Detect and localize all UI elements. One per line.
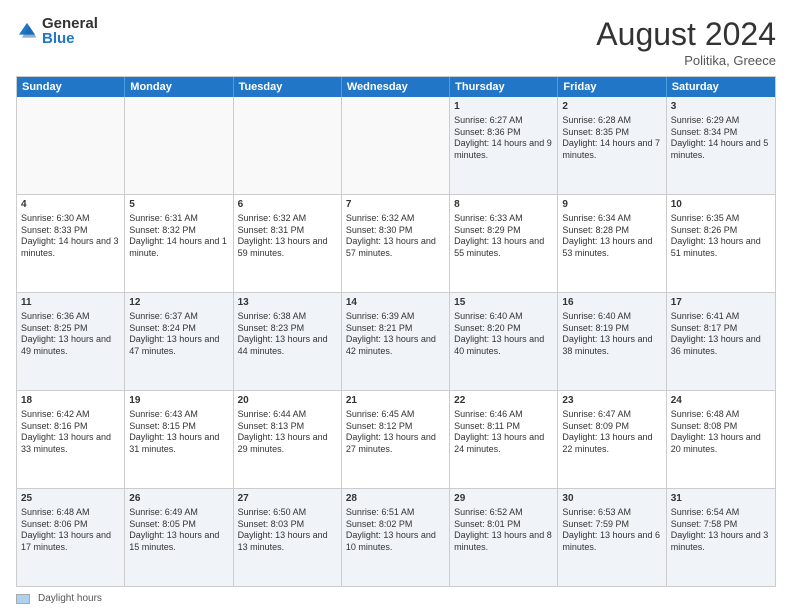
calendar-cell: 6Sunrise: 6:32 AM Sunset: 8:31 PM Daylig… xyxy=(234,195,342,292)
calendar-cell: 29Sunrise: 6:52 AM Sunset: 8:01 PM Dayli… xyxy=(450,489,558,586)
calendar-cell: 31Sunrise: 6:54 AM Sunset: 7:58 PM Dayli… xyxy=(667,489,775,586)
calendar-cell: 14Sunrise: 6:39 AM Sunset: 8:21 PM Dayli… xyxy=(342,293,450,390)
footer: Daylight hours xyxy=(16,593,776,604)
calendar-cell: 4Sunrise: 6:30 AM Sunset: 8:33 PM Daylig… xyxy=(17,195,125,292)
day-number: 26 xyxy=(129,492,228,505)
day-number: 12 xyxy=(129,296,228,309)
calendar-row: 18Sunrise: 6:42 AM Sunset: 8:16 PM Dayli… xyxy=(17,390,775,488)
calendar-cell xyxy=(17,97,125,194)
weekday-header: Monday xyxy=(125,77,233,97)
calendar-row: 4Sunrise: 6:30 AM Sunset: 8:33 PM Daylig… xyxy=(17,194,775,292)
day-number: 19 xyxy=(129,394,228,407)
calendar-cell: 21Sunrise: 6:45 AM Sunset: 8:12 PM Dayli… xyxy=(342,391,450,488)
day-number: 15 xyxy=(454,296,553,309)
day-number: 30 xyxy=(562,492,661,505)
day-number: 6 xyxy=(238,198,337,211)
day-number: 28 xyxy=(346,492,445,505)
logo: General Blue xyxy=(16,16,98,46)
weekday-header: Sunday xyxy=(17,77,125,97)
day-number: 23 xyxy=(562,394,661,407)
calendar: SundayMondayTuesdayWednesdayThursdayFrid… xyxy=(16,76,776,587)
calendar-cell: 22Sunrise: 6:46 AM Sunset: 8:11 PM Dayli… xyxy=(450,391,558,488)
calendar-cell: 26Sunrise: 6:49 AM Sunset: 8:05 PM Dayli… xyxy=(125,489,233,586)
day-number: 5 xyxy=(129,198,228,211)
calendar-cell: 16Sunrise: 6:40 AM Sunset: 8:19 PM Dayli… xyxy=(558,293,666,390)
weekday-header: Wednesday xyxy=(342,77,450,97)
day-number: 4 xyxy=(21,198,120,211)
calendar-cell: 2Sunrise: 6:28 AM Sunset: 8:35 PM Daylig… xyxy=(558,97,666,194)
calendar-cell xyxy=(234,97,342,194)
calendar-cell: 30Sunrise: 6:53 AM Sunset: 7:59 PM Dayli… xyxy=(558,489,666,586)
weekday-header: Saturday xyxy=(667,77,775,97)
logo-general: General xyxy=(42,16,98,31)
day-number: 31 xyxy=(671,492,771,505)
calendar-cell: 5Sunrise: 6:31 AM Sunset: 8:32 PM Daylig… xyxy=(125,195,233,292)
day-number: 24 xyxy=(671,394,771,407)
calendar-cell: 27Sunrise: 6:50 AM Sunset: 8:03 PM Dayli… xyxy=(234,489,342,586)
calendar-cell: 9Sunrise: 6:34 AM Sunset: 8:28 PM Daylig… xyxy=(558,195,666,292)
day-number: 7 xyxy=(346,198,445,211)
day-number: 3 xyxy=(671,100,771,113)
calendar-cell: 23Sunrise: 6:47 AM Sunset: 8:09 PM Dayli… xyxy=(558,391,666,488)
day-number: 9 xyxy=(562,198,661,211)
day-number: 25 xyxy=(21,492,120,505)
location: Politika, Greece xyxy=(596,53,776,68)
day-number: 18 xyxy=(21,394,120,407)
calendar-cell: 3Sunrise: 6:29 AM Sunset: 8:34 PM Daylig… xyxy=(667,97,775,194)
month-title: August 2024 xyxy=(596,16,776,53)
day-number: 22 xyxy=(454,394,553,407)
day-number: 27 xyxy=(238,492,337,505)
weekday-header: Tuesday xyxy=(234,77,342,97)
day-number: 20 xyxy=(238,394,337,407)
calendar-row: 11Sunrise: 6:36 AM Sunset: 8:25 PM Dayli… xyxy=(17,292,775,390)
logo-blue: Blue xyxy=(42,31,98,46)
day-number: 29 xyxy=(454,492,553,505)
calendar-cell: 13Sunrise: 6:38 AM Sunset: 8:23 PM Dayli… xyxy=(234,293,342,390)
weekday-header: Friday xyxy=(558,77,666,97)
calendar-cell: 11Sunrise: 6:36 AM Sunset: 8:25 PM Dayli… xyxy=(17,293,125,390)
day-number: 10 xyxy=(671,198,771,211)
calendar-row: 25Sunrise: 6:48 AM Sunset: 8:06 PM Dayli… xyxy=(17,488,775,586)
weekday-header: Thursday xyxy=(450,77,558,97)
day-number: 13 xyxy=(238,296,337,309)
logo-text: General Blue xyxy=(42,16,98,46)
calendar-header: SundayMondayTuesdayWednesdayThursdayFrid… xyxy=(17,77,775,97)
calendar-cell: 17Sunrise: 6:41 AM Sunset: 8:17 PM Dayli… xyxy=(667,293,775,390)
calendar-cell: 12Sunrise: 6:37 AM Sunset: 8:24 PM Dayli… xyxy=(125,293,233,390)
page: General Blue August 2024 Politika, Greec… xyxy=(0,0,792,612)
calendar-cell: 7Sunrise: 6:32 AM Sunset: 8:30 PM Daylig… xyxy=(342,195,450,292)
legend-label: Daylight hours xyxy=(38,593,102,604)
calendar-cell xyxy=(342,97,450,194)
title-block: August 2024 Politika, Greece xyxy=(596,16,776,68)
logo-icon xyxy=(16,20,38,42)
legend-box xyxy=(16,594,30,604)
calendar-cell: 8Sunrise: 6:33 AM Sunset: 8:29 PM Daylig… xyxy=(450,195,558,292)
calendar-cell: 19Sunrise: 6:43 AM Sunset: 8:15 PM Dayli… xyxy=(125,391,233,488)
day-number: 8 xyxy=(454,198,553,211)
day-number: 1 xyxy=(454,100,553,113)
calendar-row: 1Sunrise: 6:27 AM Sunset: 8:36 PM Daylig… xyxy=(17,97,775,194)
day-number: 21 xyxy=(346,394,445,407)
calendar-cell xyxy=(125,97,233,194)
calendar-cell: 15Sunrise: 6:40 AM Sunset: 8:20 PM Dayli… xyxy=(450,293,558,390)
calendar-cell: 20Sunrise: 6:44 AM Sunset: 8:13 PM Dayli… xyxy=(234,391,342,488)
calendar-cell: 10Sunrise: 6:35 AM Sunset: 8:26 PM Dayli… xyxy=(667,195,775,292)
header: General Blue August 2024 Politika, Greec… xyxy=(16,16,776,68)
calendar-cell: 24Sunrise: 6:48 AM Sunset: 8:08 PM Dayli… xyxy=(667,391,775,488)
calendar-cell: 28Sunrise: 6:51 AM Sunset: 8:02 PM Dayli… xyxy=(342,489,450,586)
day-number: 2 xyxy=(562,100,661,113)
day-number: 14 xyxy=(346,296,445,309)
calendar-body: 1Sunrise: 6:27 AM Sunset: 8:36 PM Daylig… xyxy=(17,97,775,586)
calendar-cell: 25Sunrise: 6:48 AM Sunset: 8:06 PM Dayli… xyxy=(17,489,125,586)
calendar-cell: 18Sunrise: 6:42 AM Sunset: 8:16 PM Dayli… xyxy=(17,391,125,488)
day-number: 11 xyxy=(21,296,120,309)
day-number: 16 xyxy=(562,296,661,309)
day-number: 17 xyxy=(671,296,771,309)
calendar-cell: 1Sunrise: 6:27 AM Sunset: 8:36 PM Daylig… xyxy=(450,97,558,194)
